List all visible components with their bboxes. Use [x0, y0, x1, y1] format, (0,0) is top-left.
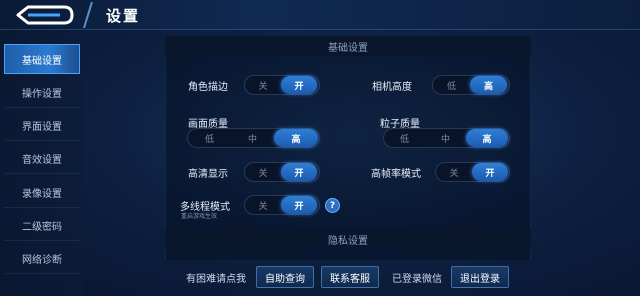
header-divider [83, 2, 93, 28]
multithread-toggle[interactable]: 关 开 [244, 195, 320, 215]
particle-quality-option-mid[interactable]: 中 [425, 129, 466, 147]
outline-option-on[interactable]: 开 [281, 76, 317, 94]
sidebar-item-secondary-password[interactable]: 二级密码 [4, 211, 80, 241]
sidebar-item-control-settings[interactable]: 操作设置 [4, 78, 80, 108]
sidebar-item-interface-settings[interactable]: 界面设置 [4, 111, 80, 141]
outline-label: 角色描边 [188, 82, 228, 93]
section-header-basic: 基础设置 [165, 36, 531, 56]
hd-display-option-on[interactable]: 开 [281, 163, 317, 181]
high-fps-option-off[interactable]: 关 [436, 163, 472, 181]
sidebar-item-basic-settings[interactable]: 基础设置 [4, 44, 80, 74]
camera-height-option-low[interactable]: 低 [433, 76, 470, 94]
high-fps-toggle[interactable]: 关 开 [435, 162, 510, 182]
hd-display-option-off[interactable]: 关 [245, 163, 281, 181]
self-service-button[interactable]: 自助查询 [256, 266, 314, 288]
help-prompt-text: 有困难请点我 [186, 274, 246, 285]
sidebar-item-sound-settings[interactable]: 音效设置 [4, 144, 80, 174]
hd-display-label: 高清显示 [188, 169, 228, 180]
particle-quality-option-high[interactable]: 高 [466, 129, 508, 147]
particle-quality-option-low[interactable]: 低 [384, 129, 425, 147]
particle-quality-selector[interactable]: 低 中 高 [383, 128, 510, 148]
section-header-privacy: 隐私设置 [165, 229, 531, 249]
top-bar: 设置 [0, 0, 640, 30]
graphics-quality-selector[interactable]: 低 中 高 [187, 128, 320, 148]
graphics-quality-option-high[interactable]: 高 [274, 129, 318, 147]
camera-height-toggle[interactable]: 低 高 [432, 75, 510, 95]
graphics-quality-option-mid[interactable]: 中 [231, 129, 274, 147]
back-arrow-icon [16, 5, 74, 25]
multithread-option-off[interactable]: 关 [245, 196, 281, 214]
sidebar-item-network-diagnosis[interactable]: 网络诊断 [4, 244, 80, 274]
login-status-text: 已登录微信 [392, 274, 442, 285]
camera-height-label: 相机高度 [372, 82, 412, 93]
logout-button[interactable]: 退出登录 [451, 266, 509, 288]
contact-support-button[interactable]: 联系客服 [321, 266, 379, 288]
outline-option-off[interactable]: 关 [245, 76, 281, 94]
back-button[interactable] [14, 4, 76, 26]
multithread-option-on[interactable]: 开 [281, 196, 317, 214]
outline-toggle[interactable]: 关 开 [244, 75, 320, 95]
settings-panel [165, 36, 531, 260]
page-title: 设置 [106, 7, 141, 25]
high-fps-label: 高帧率模式 [371, 169, 421, 180]
graphics-quality-option-low[interactable]: 低 [188, 129, 231, 147]
high-fps-option-on[interactable]: 开 [472, 163, 508, 181]
camera-height-option-high[interactable]: 高 [470, 76, 507, 94]
sidebar-item-replay-settings[interactable]: 录像设置 [4, 178, 80, 208]
hd-display-toggle[interactable]: 关 开 [244, 162, 320, 182]
help-icon[interactable]: ? [325, 198, 340, 213]
multithread-note: 重启游戏生效 [181, 213, 218, 220]
